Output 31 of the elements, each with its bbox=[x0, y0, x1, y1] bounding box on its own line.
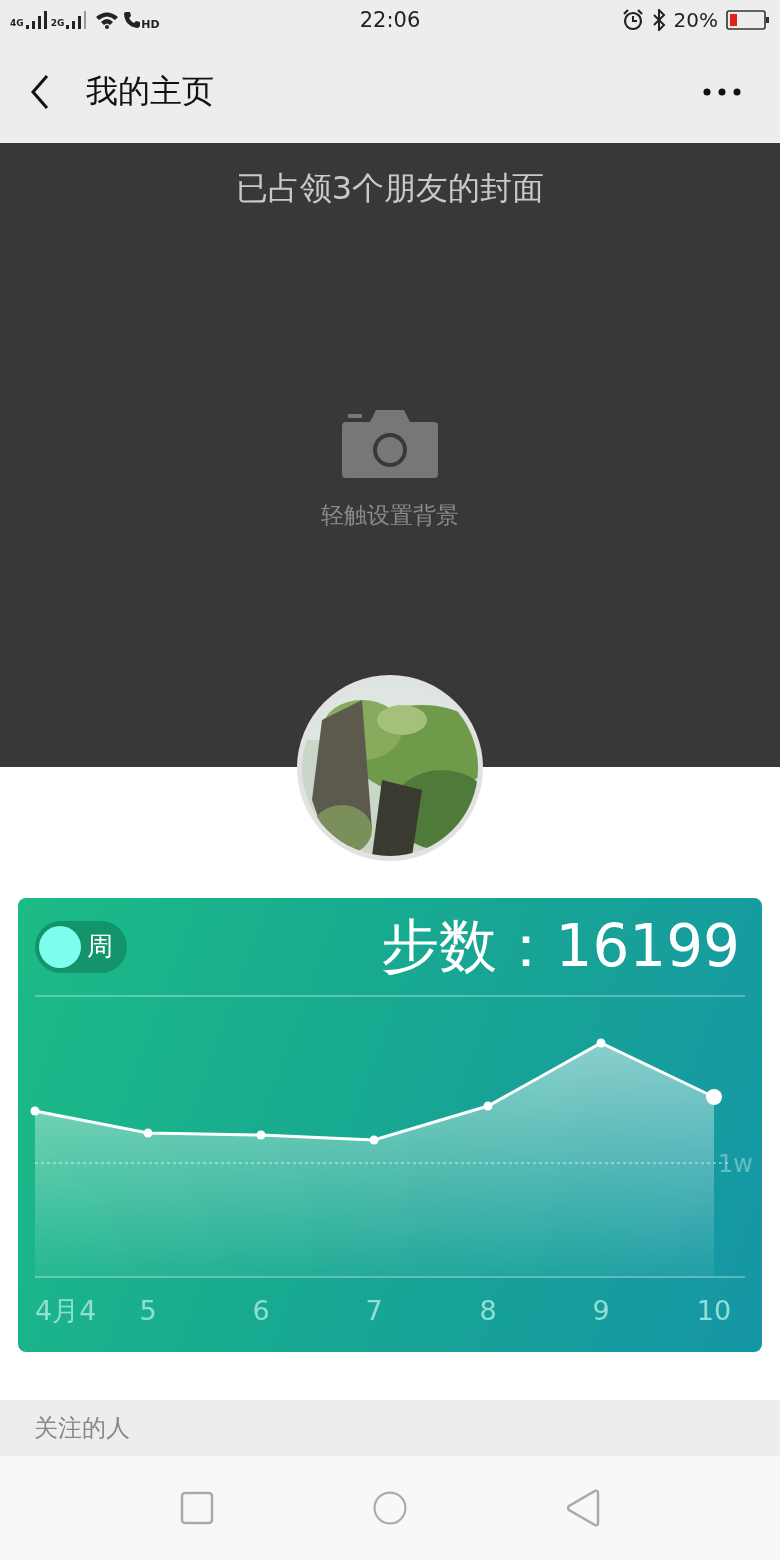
wifi-icon bbox=[95, 11, 120, 29]
axis-label: 5 bbox=[139, 1295, 157, 1326]
axis-label: 10 bbox=[696, 1295, 732, 1326]
camera-icon[interactable] bbox=[342, 408, 438, 478]
battery-icon bbox=[726, 10, 770, 30]
signal-icon bbox=[65, 11, 88, 29]
phone-icon bbox=[123, 11, 142, 29]
clock-time: 22:06 bbox=[358, 8, 422, 32]
reference-label: 1w bbox=[718, 1150, 753, 1178]
back-icon[interactable] bbox=[30, 73, 50, 110]
period-toggle[interactable]: 周 bbox=[35, 920, 127, 973]
axis-label: 9 bbox=[592, 1295, 610, 1326]
page-title: 我的主页 bbox=[86, 70, 215, 112]
cover-hint: 轻触设置背景 bbox=[321, 501, 459, 530]
axis-label: 7 bbox=[365, 1295, 383, 1326]
signal-icon bbox=[24, 11, 47, 29]
back-nav-icon[interactable] bbox=[565, 1488, 602, 1528]
cover-notice: 已占领3个朋友的封面 bbox=[235, 168, 545, 209]
network-label: 2G bbox=[50, 17, 65, 28]
bluetooth-icon bbox=[651, 9, 666, 31]
axis-label: 8 bbox=[479, 1295, 497, 1326]
alarm-icon bbox=[621, 9, 644, 31]
call-label: HD bbox=[141, 17, 160, 31]
network-label: 4G bbox=[10, 17, 24, 28]
axis-label: 6 bbox=[252, 1295, 270, 1326]
more-icon[interactable] bbox=[702, 86, 742, 97]
step-count: 步数：16199 bbox=[381, 910, 740, 982]
cover-background[interactable]: 已占领3个朋友的封面 轻触设置背景 bbox=[0, 143, 780, 767]
section-title: 关注的人 bbox=[34, 1413, 130, 1444]
axis-label: 4月4 bbox=[35, 1295, 97, 1326]
battery-percent: 20% bbox=[673, 8, 718, 32]
